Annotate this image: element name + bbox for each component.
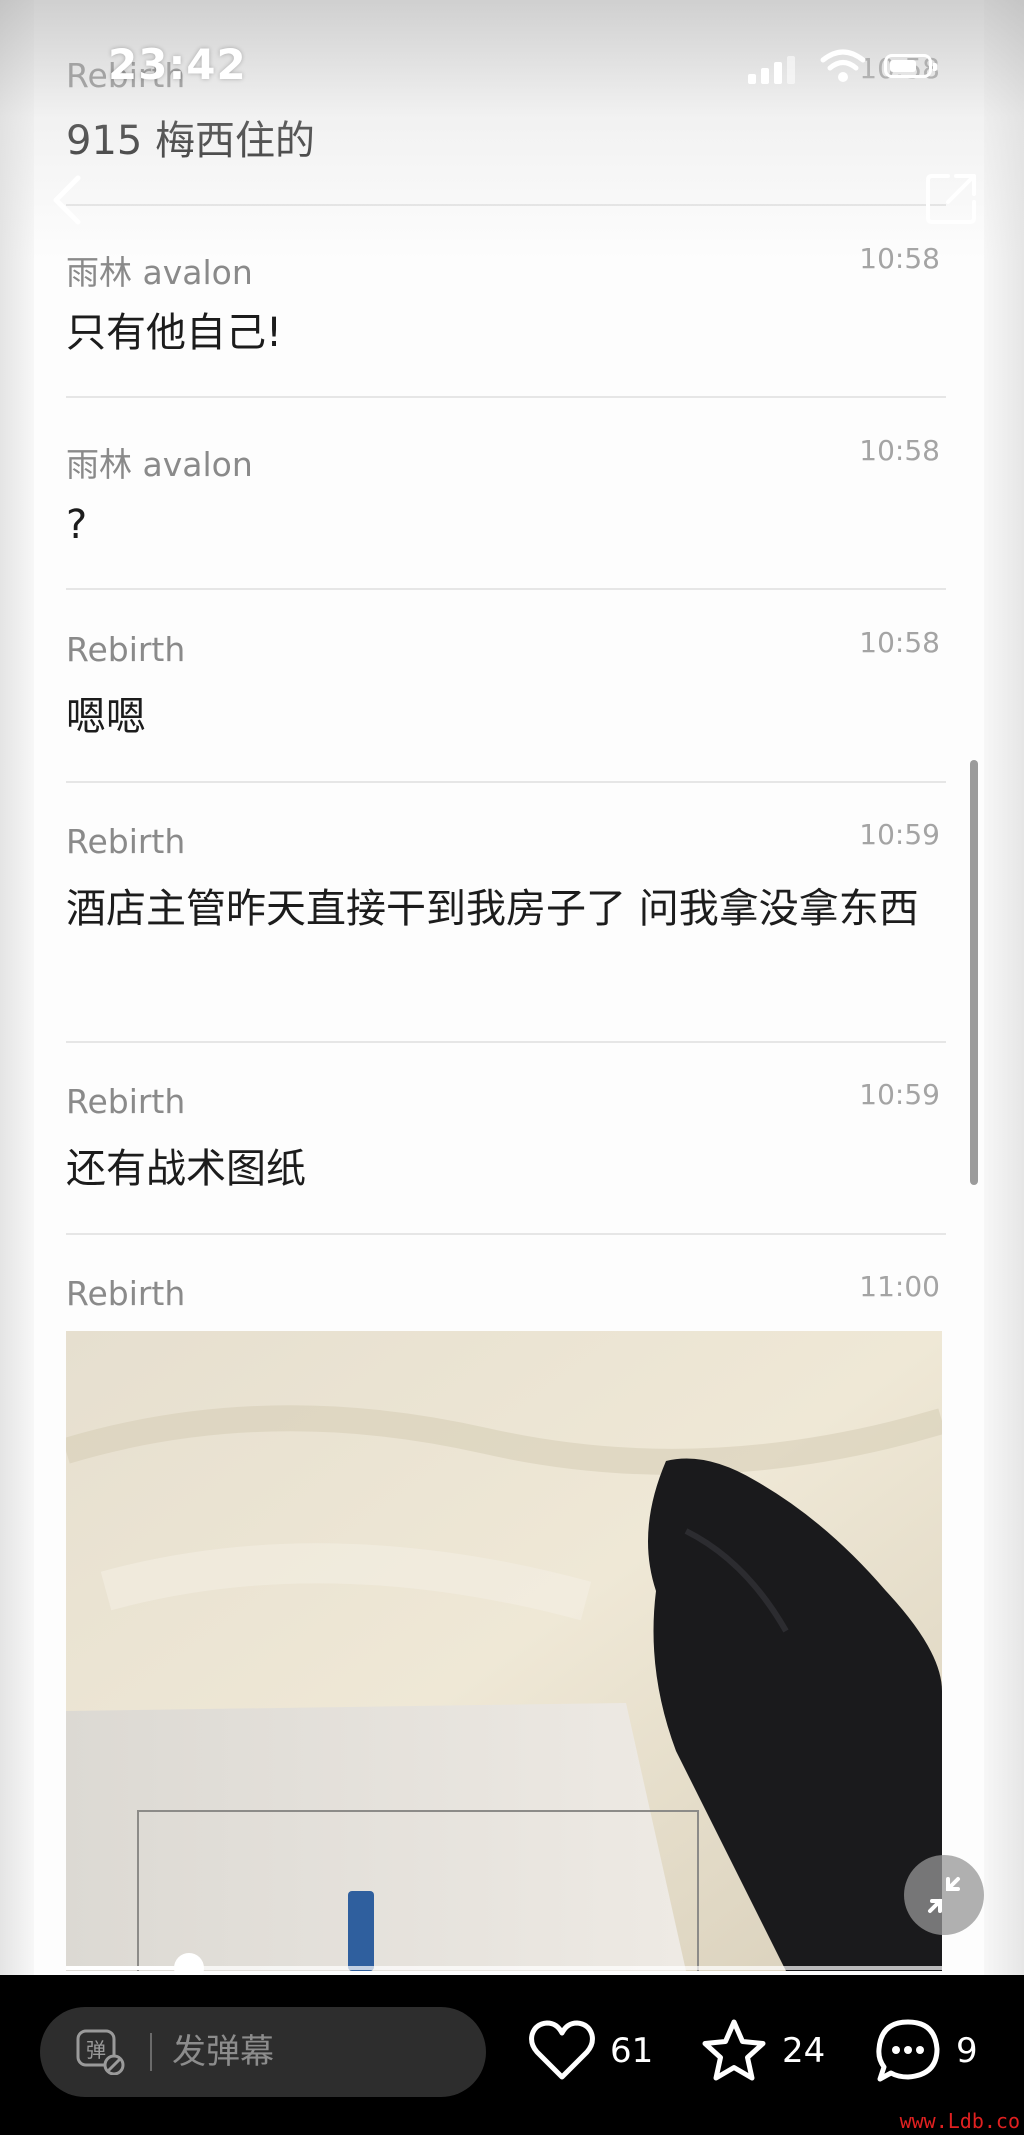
comment-button[interactable]: 9 (874, 2011, 978, 2091)
message-text: 只有他自己! (66, 310, 283, 356)
danmu-placeholder: 发弹幕 (172, 2032, 274, 2072)
divider (66, 1041, 946, 1043)
divider (66, 588, 946, 590)
status-time: 23:42 (108, 40, 247, 89)
bottom-bar: 弹 发弹幕 61 24 9 www.Ldb.co (0, 1975, 1024, 2135)
watermark: www.Ldb.co (899, 2109, 1020, 2133)
message-time: 10:58 (859, 626, 940, 659)
danmu-icon: 弹 (76, 2029, 125, 2075)
divider (66, 204, 946, 206)
screen: Rebirth 10:58 915 梅西住的 雨林 avalon 10:58 只… (0, 0, 1024, 2135)
favorite-count: 24 (782, 2031, 826, 2071)
divider (66, 781, 946, 783)
message-text: ? (66, 502, 88, 548)
heart-icon (529, 2020, 595, 2080)
like-count: 61 (610, 2031, 654, 2071)
collapse-icon (928, 1877, 960, 1913)
message-time: 11:00 (859, 1270, 940, 1303)
danmu-input[interactable]: 弹 发弹幕 (40, 2007, 486, 2097)
wifi-icon (820, 49, 866, 82)
message-photo[interactable] (66, 1331, 942, 1971)
like-button[interactable]: 61 (528, 2011, 653, 2091)
divider (66, 1233, 946, 1235)
message-sender: 雨林 avalon (66, 445, 253, 484)
message-time: 10:58 (859, 434, 940, 467)
favorite-button[interactable]: 24 (700, 2011, 825, 2091)
message-text: 酒店主管昨天直接干到我房子了 问我拿没拿东西 (66, 886, 919, 932)
comment-count: 9 (956, 2031, 978, 2071)
scrollbar[interactable] (970, 760, 978, 1185)
video-progress-track[interactable] (66, 1953, 942, 1983)
danmu-separator (150, 2033, 152, 2071)
message-text: 915 梅西住的 (66, 118, 316, 164)
divider (66, 396, 946, 398)
battery-icon (884, 54, 937, 78)
message-text: 嗯嗯 (66, 694, 146, 740)
message-sender: 雨林 avalon (66, 253, 253, 292)
signal-icon (748, 54, 795, 84)
video-progress-fill (66, 1966, 189, 1970)
message-text: 还有战术图纸 (66, 1146, 306, 1192)
svg-text:弹: 弹 (86, 2038, 106, 2062)
collapse-button[interactable] (904, 1855, 984, 1935)
message-time: 10:59 (859, 1078, 940, 1111)
message-sender: Rebirth (66, 630, 186, 669)
message-sender: Rebirth (66, 822, 186, 861)
share-icon[interactable] (922, 170, 980, 228)
page-edge-left (0, 0, 34, 1975)
star-icon (702, 2019, 766, 2081)
message-time: 10:59 (859, 818, 940, 851)
page-edge-right (984, 0, 1024, 1975)
message-sender: Rebirth (66, 1274, 186, 1313)
comment-icon (876, 2019, 940, 2082)
message-sender: Rebirth (66, 1082, 186, 1121)
message-time: 10:58 (859, 242, 940, 275)
back-icon[interactable] (48, 172, 88, 228)
